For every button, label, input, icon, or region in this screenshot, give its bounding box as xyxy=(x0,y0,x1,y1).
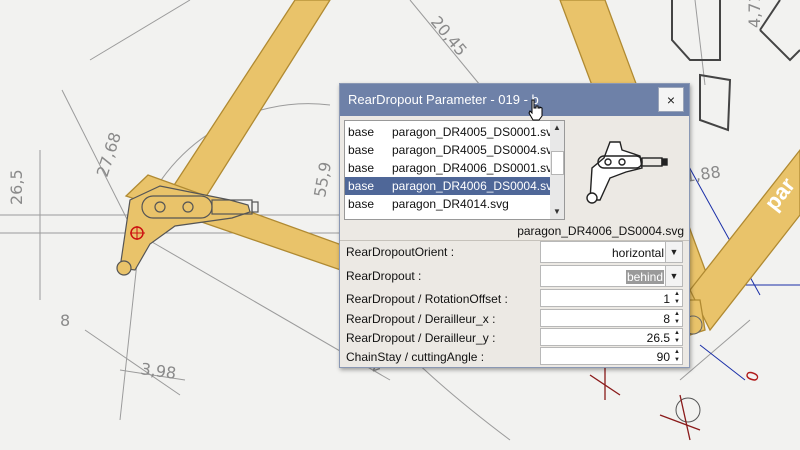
derailleur-x-spinbox[interactable]: 8 ▲ ▼ xyxy=(540,309,683,327)
cutting-angle-value: 90 xyxy=(656,350,670,364)
derailleur-y-spinbox[interactable]: 26.5 ▲ ▼ xyxy=(540,328,683,346)
dropout-value: behind xyxy=(625,270,664,284)
orient-select[interactable]: horizontal ▼ xyxy=(540,241,683,263)
list-item-type: base xyxy=(348,143,375,157)
list-item-type: base xyxy=(348,161,375,175)
param-label: RearDropout / Derailleur_y : xyxy=(346,331,496,345)
dialog-title: RearDropout Parameter - 019 - b xyxy=(348,92,539,107)
list-item-selected[interactable]: base paragon_DR4006_DS0004.svg xyxy=(345,177,555,195)
param-label: RearDropoutOrient : xyxy=(346,245,455,259)
derailleur-x-value: 8 xyxy=(663,312,670,326)
dimension-label: 4,71 xyxy=(745,0,764,28)
close-icon: × xyxy=(666,92,676,108)
param-row-cutting-angle: ChainStay / cuttingAngle : 90 ▲ ▼ xyxy=(340,347,689,367)
param-row-derailleur-y: RearDropout / Derailleur_y : 26.5 ▲ ▼ xyxy=(340,328,689,348)
param-label: RearDropout / Derailleur_x : xyxy=(346,312,496,326)
chevron-down-icon[interactable]: ▼ xyxy=(665,266,682,286)
list-item[interactable]: base paragon_DR4005_DS0004.svg xyxy=(345,141,555,159)
scroll-up-arrow-icon[interactable]: ▲ xyxy=(551,122,563,134)
param-row-derailleur-x: RearDropout / Derailleur_x : 8 ▲ ▼ xyxy=(340,309,689,329)
rotation-offset-value: 1 xyxy=(663,292,670,306)
cutting-angle-spinbox[interactable]: 90 ▲ ▼ xyxy=(540,347,683,365)
param-row-orient: RearDropoutOrient : horizontal ▼ xyxy=(340,241,689,263)
dimension-label: 8 xyxy=(60,311,70,330)
list-item-filename: paragon_DR4014.svg xyxy=(392,197,509,211)
spin-arrows-icon[interactable]: ▲ ▼ xyxy=(672,310,682,326)
list-item[interactable]: base paragon_DR4006_DS0001.svg xyxy=(345,159,555,177)
list-item[interactable]: base paragon_DR4005_DS0001.svg xyxy=(345,123,555,141)
rotation-offset-spinbox[interactable]: 1 ▲ ▼ xyxy=(540,289,683,307)
hand-cursor-icon xyxy=(528,99,543,121)
dimension-label: 26,5 xyxy=(7,169,26,205)
scroll-down-arrow-icon[interactable]: ▼ xyxy=(551,206,563,218)
list-item[interactable]: base paragon_DR4014.svg xyxy=(345,195,555,213)
dropout-select[interactable]: behind ▼ xyxy=(540,265,683,287)
preview-filename-label: paragon_DR4006_DS0004.svg xyxy=(517,224,684,238)
derailleur-y-value: 26.5 xyxy=(646,331,670,345)
chevron-down-icon[interactable]: ▼ xyxy=(665,242,682,262)
list-item-type: base xyxy=(348,197,375,211)
param-row-rotation-offset: RearDropout / RotationOffset : 1 ▲ ▼ xyxy=(340,289,689,309)
list-item-filename: paragon_DR4005_DS0004.svg xyxy=(392,143,556,157)
close-button[interactable]: × xyxy=(658,87,684,112)
spin-arrows-icon[interactable]: ▲ ▼ xyxy=(672,348,682,364)
param-row-dropout: RearDropout : behind ▼ xyxy=(340,265,689,287)
param-label: RearDropout : xyxy=(346,269,422,283)
scrollbar-thumb[interactable] xyxy=(551,151,564,175)
dropout-preview-image xyxy=(586,141,668,204)
list-item-filename: paragon_DR4006_DS0001.svg xyxy=(392,161,556,175)
list-item-type: base xyxy=(348,125,375,139)
spin-arrows-icon[interactable]: ▲ ▼ xyxy=(672,329,682,345)
svg-file-list[interactable]: base paragon_DR4005_DS0001.svg base parago… xyxy=(344,120,556,220)
list-item-filename: paragon_DR4006_DS0004.svg xyxy=(392,179,556,193)
orient-value: horizontal xyxy=(611,246,664,260)
param-label: ChainStay / cuttingAngle : xyxy=(346,350,485,364)
rear-dropout-parameter-dialog: RearDropout Parameter - 019 - b × base pa… xyxy=(339,83,690,368)
dialog-titlebar[interactable]: RearDropout Parameter - 019 - b × xyxy=(340,84,689,116)
spin-arrows-icon[interactable]: ▲ ▼ xyxy=(672,290,682,306)
list-item-type: base xyxy=(348,179,375,193)
list-item-filename: paragon_DR4005_DS0001.svg xyxy=(392,125,556,139)
file-list-scrollbar[interactable]: ▲ ▼ xyxy=(550,120,565,220)
param-label: RearDropout / RotationOffset : xyxy=(346,292,508,306)
